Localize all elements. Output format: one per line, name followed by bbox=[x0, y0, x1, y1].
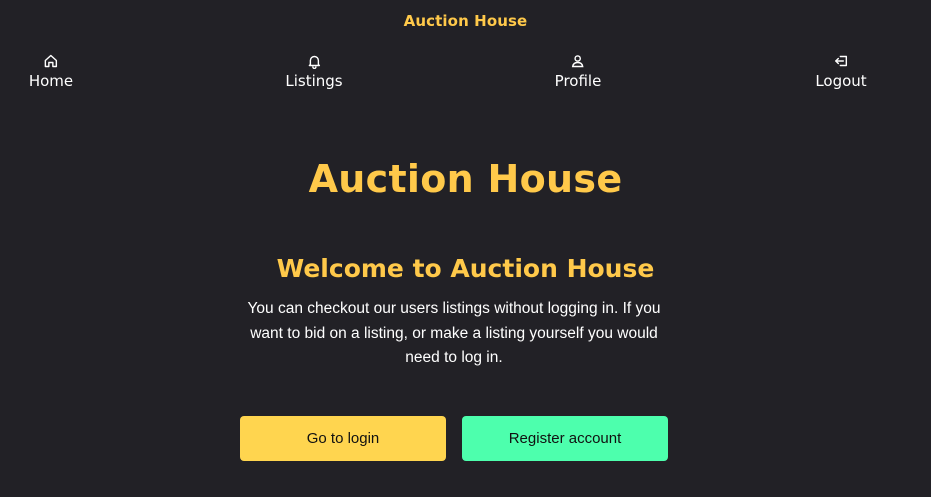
nav-item-profile-label: Profile bbox=[554, 72, 602, 90]
user-icon bbox=[570, 53, 586, 69]
bell-icon bbox=[306, 53, 322, 69]
nav-item-home[interactable]: Home bbox=[29, 53, 73, 90]
nav-item-logout[interactable]: Logout bbox=[815, 53, 867, 90]
header-title: Auction House bbox=[403, 12, 528, 30]
page-title: Auction House bbox=[308, 157, 623, 201]
nav-item-listings-label: Listings bbox=[285, 72, 343, 90]
welcome-text: You can checkout our users listings with… bbox=[247, 300, 661, 366]
home-icon bbox=[43, 53, 59, 69]
nav-item-profile[interactable]: Profile bbox=[554, 53, 602, 90]
logout-icon bbox=[833, 53, 849, 69]
welcome-title: Welcome to Auction House bbox=[276, 254, 655, 283]
page: Auction House Home Listings Profile Logo… bbox=[0, 0, 931, 497]
nav-item-home-label: Home bbox=[28, 72, 74, 90]
nav-item-logout-label: Logout bbox=[815, 72, 867, 90]
go-to-login-button[interactable]: Go to login bbox=[240, 416, 446, 461]
nav-item-listings[interactable]: Listings bbox=[285, 53, 343, 90]
register-account-button[interactable]: Register account bbox=[462, 416, 668, 461]
